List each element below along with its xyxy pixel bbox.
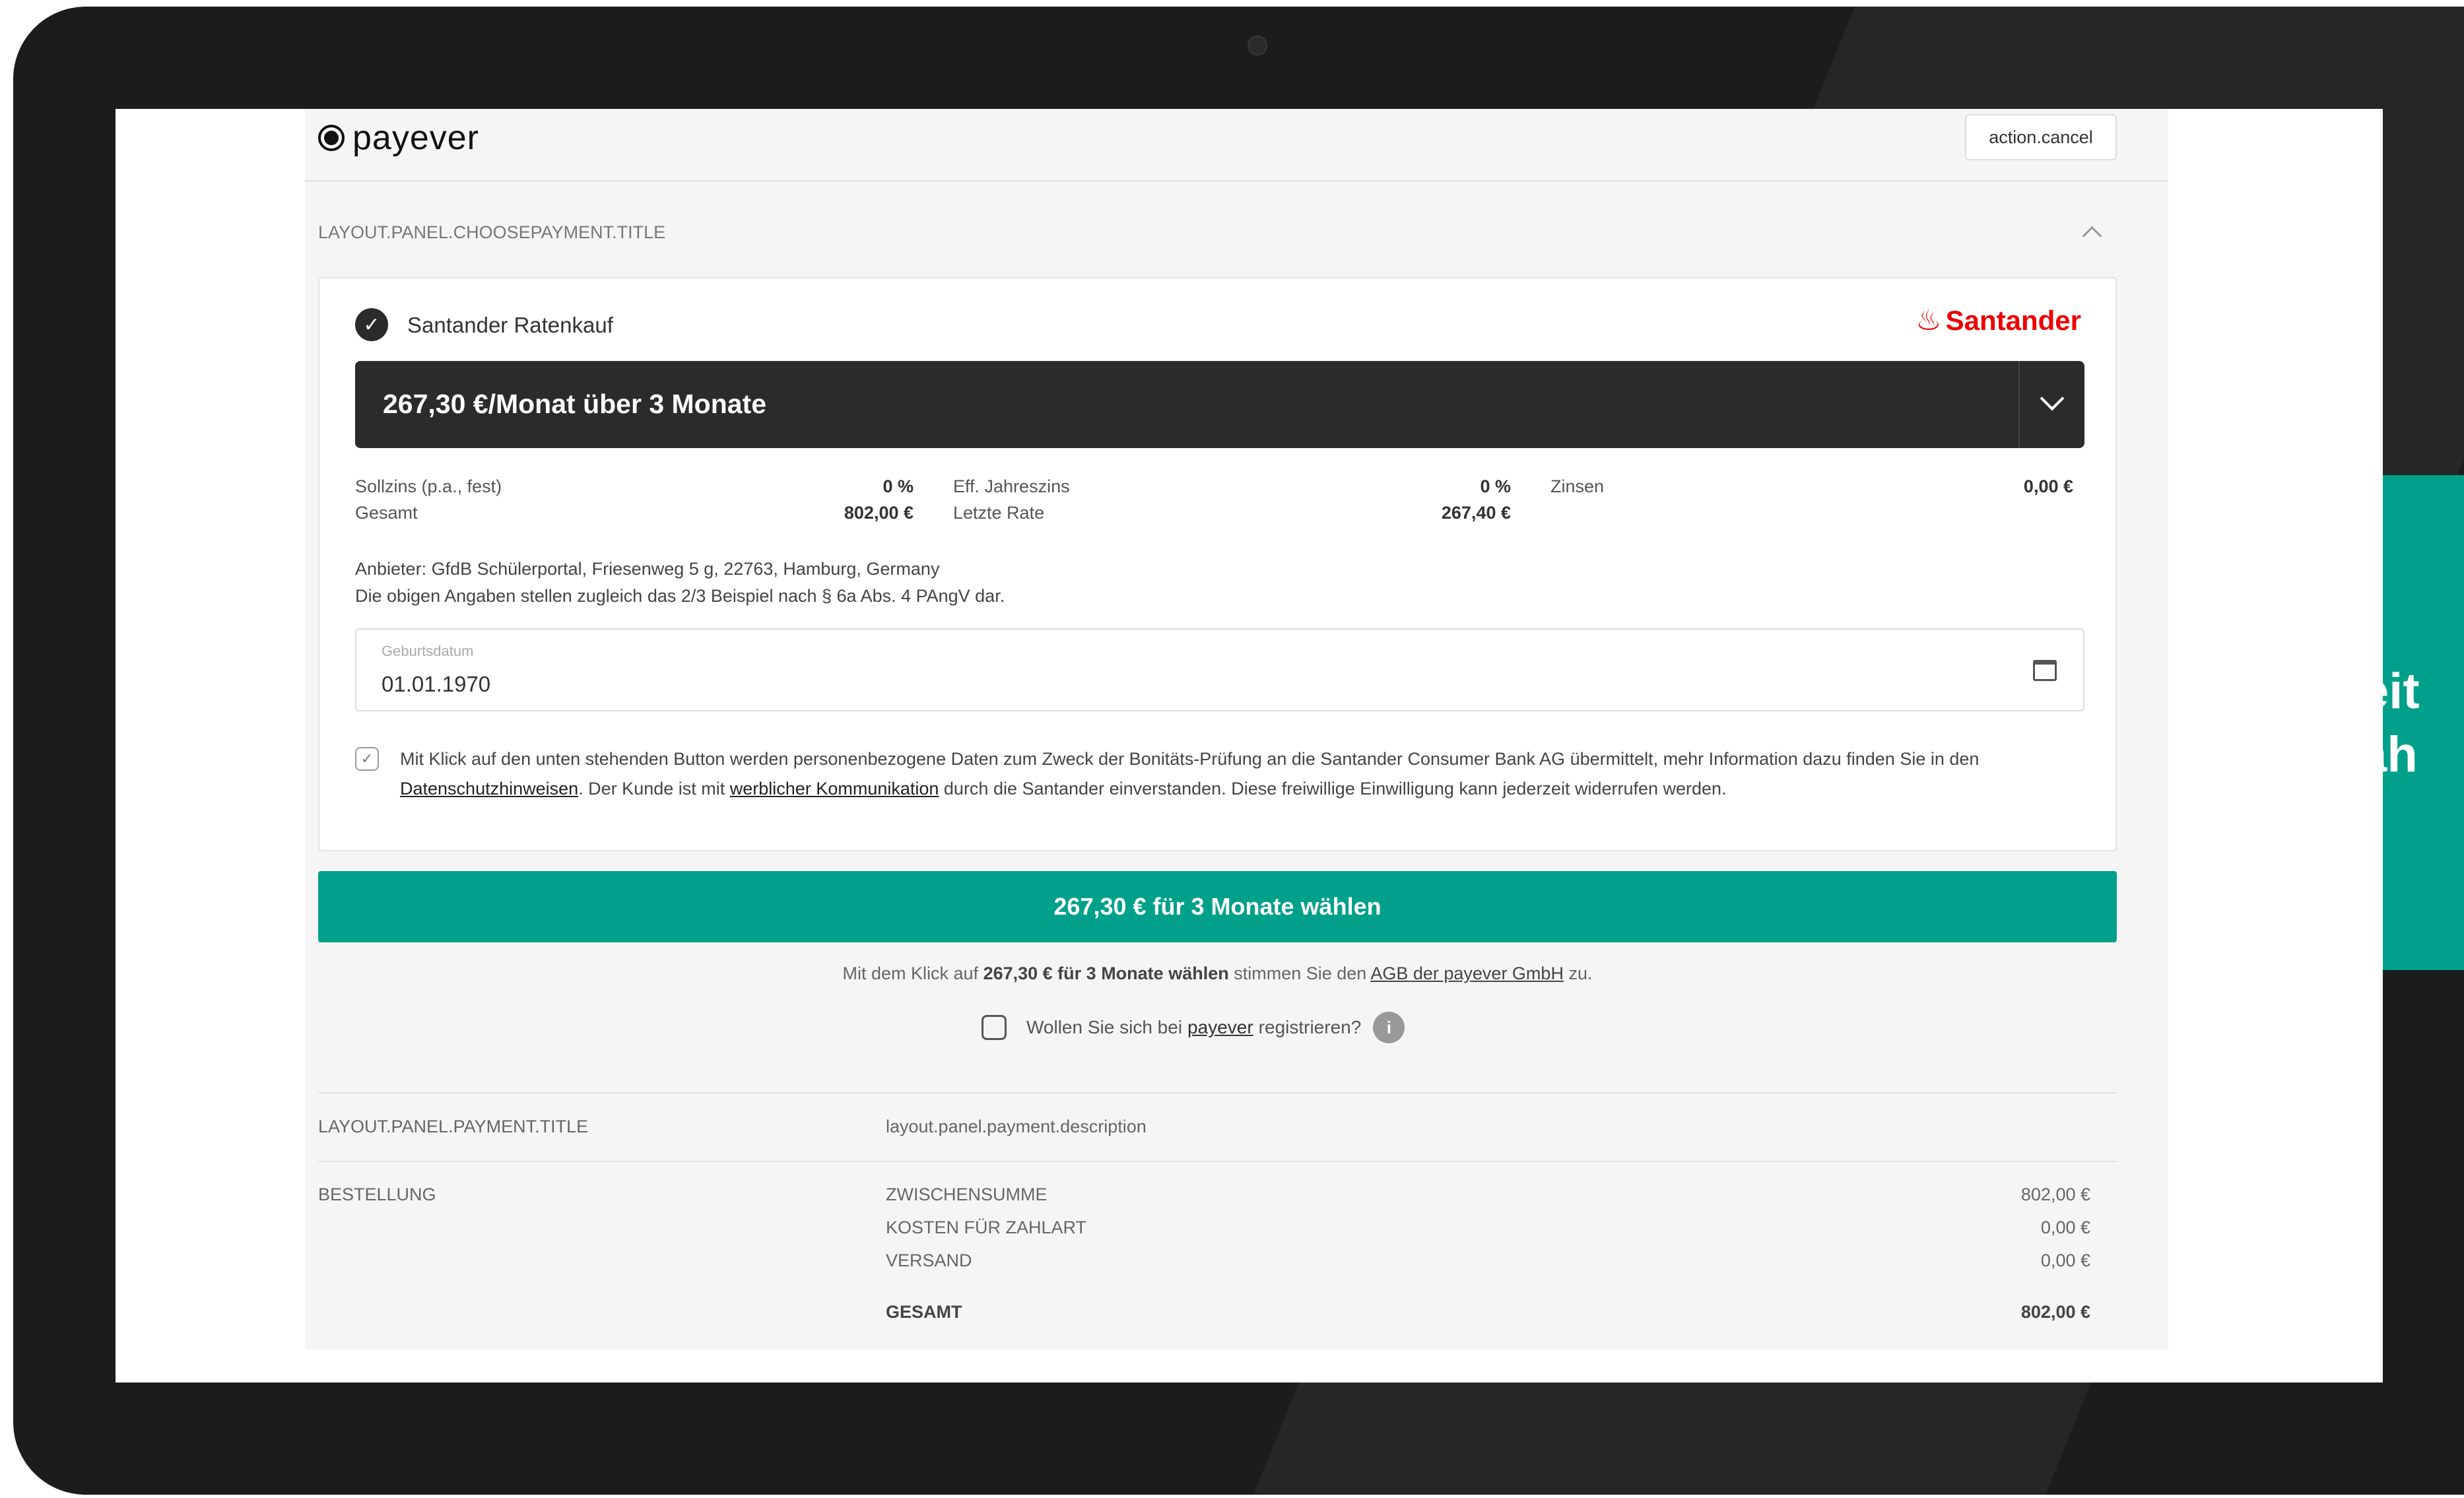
register-prefix: Wollen Sie sich bei (1026, 1017, 1183, 1037)
checkout-panel: payever action.cancel LAYOUT.PANEL.CHOOS… (305, 109, 2168, 1350)
agb-suffix: zu. (1563, 963, 1593, 983)
shipping-label: VERSAND (886, 1251, 972, 1270)
consent-text-part-1: Mit Klick auf den unten stehenden Button… (400, 749, 1980, 769)
santander-brand-text: Santander (1945, 304, 2081, 336)
sollzins-label: Sollzins (p.a., fest) (355, 476, 502, 496)
payment-method-name: Santander Ratenkauf (407, 313, 613, 337)
choose-payment-title: LAYOUT.PANEL.CHOOSEPAYMENT.TITLE (318, 222, 666, 242)
order-divider (318, 1161, 2117, 1162)
calendar-icon[interactable] (2033, 660, 2057, 681)
header-divider (305, 180, 2168, 181)
eff-jahreszins-value: 0 % (1480, 476, 1511, 496)
santander-flame-icon: ♨ (1915, 304, 1942, 337)
order-title: BESTELLUNG (318, 1185, 436, 1204)
marketing-link[interactable]: werblicher Kommunikation (730, 779, 939, 798)
logo-mark-icon (318, 125, 345, 151)
birthdate-label: Geburtsdatum (382, 643, 474, 659)
choose-rate-button[interactable]: 267,30 € für 3 Monate wählen (318, 871, 2117, 942)
privacy-link[interactable]: Datenschutzhinweisen (400, 779, 578, 798)
gesamt-value: 802,00 € (844, 503, 914, 523)
consent-text: Mit Klick auf den unten stehenden Button… (400, 744, 2077, 804)
rate-divider (2018, 361, 2020, 448)
total-value: 802,00 € (2020, 1302, 2090, 1322)
provider-line-2: Die obigen Angaben stellen zugleich das … (355, 586, 1005, 606)
consent-checkbox[interactable]: ✓ (355, 747, 379, 771)
agb-middle: stimmen Sie den (1228, 963, 1371, 983)
selected-check-icon[interactable]: ✓ (355, 308, 388, 341)
agb-link[interactable]: AGB der payever GmbH (1370, 963, 1564, 983)
agb-bold: 267,30 € für 3 Monate wählen (983, 963, 1229, 983)
provider-info: Anbieter: GfdB Schülerportal, Friesenweg… (355, 556, 1005, 610)
chevron-down-icon[interactable] (2040, 386, 2065, 411)
subtotal-value: 802,00 € (2020, 1185, 2090, 1204)
cancel-button[interactable]: action.cancel (1965, 114, 2117, 160)
payment-section-description: layout.panel.payment.description (886, 1117, 1147, 1136)
sollzins-value: 0 % (882, 476, 914, 496)
payment-section-title: LAYOUT.PANEL.PAYMENT.TITLE (318, 1117, 589, 1136)
chevron-up-icon[interactable] (2082, 226, 2102, 246)
birthdate-field[interactable]: Geburtsdatum 01.01.1970 (355, 628, 2084, 711)
rate-selected-value: 267,30 €/Monat über 3 Monate (383, 389, 767, 419)
shipping-value: 0,00 € (2040, 1251, 2090, 1270)
letzte-rate-value: 267,40 € (1441, 503, 1511, 523)
consent-text-part-2: . Der Kunde ist mit (578, 779, 730, 798)
total-label: GESAMT (886, 1302, 962, 1322)
payment-divider (318, 1092, 2117, 1093)
zinsen-value: 0,00 € (2023, 476, 2073, 496)
subtotal-label: ZWISCHENSUMME (886, 1185, 1048, 1204)
register-suffix: registrieren? (1258, 1017, 1362, 1037)
register-checkbox[interactable] (982, 1015, 1007, 1040)
zinsen-label: Zinsen (1550, 476, 1605, 496)
camera-dot (1248, 36, 1267, 55)
rate-dropdown[interactable]: 267,30 €/Monat über 3 Monate (355, 361, 2084, 448)
santander-logo: ♨ Santander (1915, 304, 2081, 337)
register-row: Wollen Sie sich bei payever registrieren… (982, 1012, 1405, 1043)
provider-line-1: Anbieter: GfdB Schülerportal, Friesenweg… (355, 559, 940, 579)
payment-option-card: ✓ Santander Ratenkauf ♨ Santander 267,30… (318, 277, 2117, 851)
letzte-rate-label: Letzte Rate (953, 503, 1045, 523)
info-icon[interactable]: i (1373, 1012, 1405, 1043)
payever-logo: payever (318, 118, 479, 158)
payment-fee-label: KOSTEN FÜR ZAHLART (886, 1218, 1087, 1237)
birthdate-value[interactable]: 01.01.1970 (382, 672, 490, 697)
agb-prefix: Mit dem Klick auf (842, 963, 983, 983)
logo-text: payever (352, 119, 479, 157)
eff-jahreszins-label: Eff. Jahreszins (953, 476, 1070, 496)
register-payever-link[interactable]: payever (1187, 1017, 1253, 1038)
screen: payever action.cancel LAYOUT.PANEL.CHOOS… (116, 109, 2383, 1383)
agb-notice: Mit dem Klick auf 267,30 € für 3 Monate … (305, 963, 2130, 984)
payment-fee-value: 0,00 € (2040, 1218, 2090, 1237)
consent-text-part-3: durch die Santander einverstanden. Diese… (939, 779, 1727, 798)
gesamt-label: Gesamt (355, 503, 418, 523)
